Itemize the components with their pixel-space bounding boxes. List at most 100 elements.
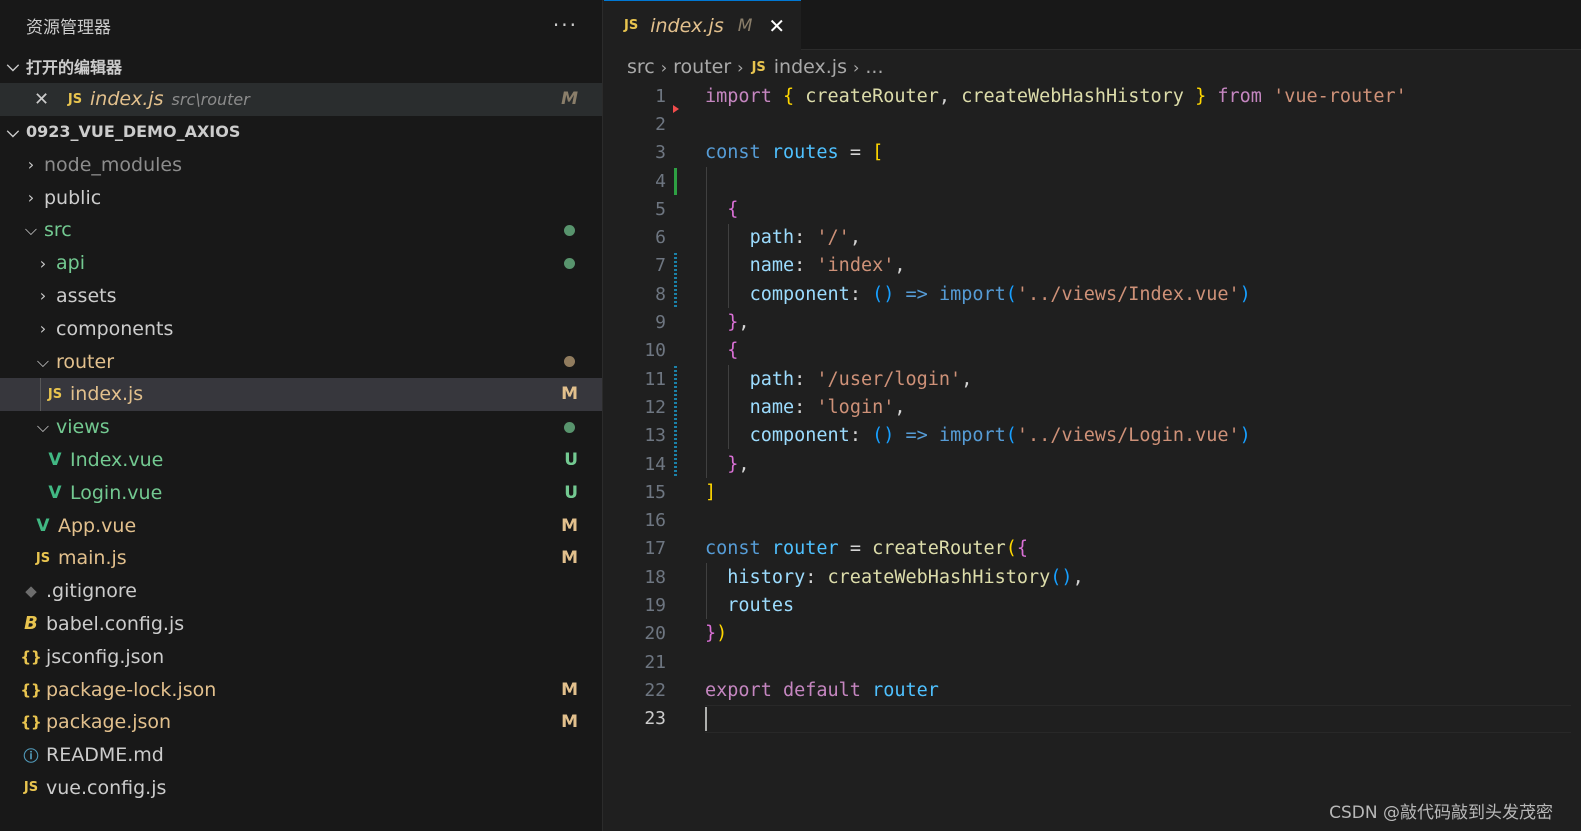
tree-item-label: Index.vue [70, 448, 164, 471]
info-icon: ⓘ [23, 746, 39, 765]
js-file-icon: JS [624, 18, 639, 33]
code-token: () [1050, 566, 1073, 588]
tree-item-src[interactable]: ⌵ src [0, 214, 602, 247]
line-number: 10 [644, 340, 666, 362]
tree-item-babel-config[interactable]: B babel.config.js [0, 608, 602, 641]
vue-file-icon: V [48, 449, 62, 470]
tree-item-label: README.md [46, 744, 164, 767]
breadcrumb-file[interactable]: index.js [774, 56, 847, 78]
tree-item-label: node_modules [44, 153, 183, 176]
tree-item-index-js[interactable]: JS index.js M [0, 377, 602, 411]
chevron-right-icon: › [27, 155, 35, 175]
chevron-right-icon: › [39, 253, 47, 273]
tree-item-label: babel.config.js [46, 612, 185, 635]
tree-item-package-lock[interactable]: {} package-lock.json M [0, 673, 602, 706]
close-icon[interactable]: ✕ [768, 14, 785, 38]
code-line: 20 }) [604, 620, 1581, 648]
git-file-icon: ◆ [25, 582, 37, 601]
tab-index-js[interactable]: JS index.js M ✕ [604, 0, 802, 50]
project-section-header[interactable]: ⌵ 0923_VUE_DEMO_AXIOS [0, 116, 602, 149]
code-token: '../views/Login.vue' [1016, 425, 1240, 447]
code-token: => [905, 283, 928, 305]
chevron-down-icon: ⌵ [6, 121, 20, 141]
tree-item-jsconfig[interactable]: {} jsconfig.json [0, 640, 602, 673]
chevron-down-icon: ⌵ [36, 351, 50, 371]
chevron-right-icon: › [660, 57, 668, 77]
more-actions-icon[interactable]: ··· [553, 13, 578, 37]
code-token: { [727, 340, 739, 362]
breadcrumb-symbol[interactable]: ... [865, 56, 883, 78]
tree-item-label: main.js [58, 547, 127, 570]
code-token: = [849, 538, 861, 560]
code-line-active: 23 [604, 704, 1581, 733]
open-editor-item[interactable]: ✕ JS index.js src\router M [0, 82, 602, 116]
code-line: 17 const router = createRouter({ [604, 535, 1581, 563]
code-token: = [849, 142, 861, 164]
line-number: 3 [655, 142, 666, 164]
code-token: , [738, 312, 750, 334]
code-token: path [749, 227, 795, 249]
chevron-right-icon: › [27, 188, 35, 208]
tree-item-node-modules[interactable]: › node_modules [0, 148, 602, 181]
code-token: ] [705, 481, 717, 503]
line-number: 7 [655, 255, 666, 277]
code-token: } [727, 453, 739, 475]
line-number: 16 [644, 510, 666, 532]
code-line: 7 name: 'index', [604, 252, 1581, 280]
breadcrumb: src › router › JS index.js › ... [604, 50, 1581, 84]
tree-item-label: jsconfig.json [46, 645, 165, 668]
line-number: 2 [655, 113, 666, 135]
code-token: component [749, 425, 850, 447]
tree-item-gitignore[interactable]: ◆ .gitignore [0, 575, 602, 608]
code-line: 15 ] [604, 478, 1581, 506]
tree-item-login-vue[interactable]: V Login.vue U [0, 476, 602, 509]
vue-file-icon: V [36, 515, 50, 536]
code-line: 1 import { createRouter, createWebHashHi… [604, 82, 1581, 110]
tree-item-readme[interactable]: ⓘ README.md [0, 739, 602, 772]
code-editor[interactable]: 1 import { createRouter, createWebHashHi… [604, 82, 1581, 733]
status-dot [564, 356, 575, 368]
code-token: } [1195, 85, 1207, 107]
open-editors-section-header[interactable]: ⌵ 打开的编辑器 [0, 50, 602, 83]
code-token: path [749, 368, 795, 390]
open-editor-path: src\router [171, 89, 250, 109]
breadcrumb-src[interactable]: src [627, 56, 655, 78]
chevron-right-icon: › [737, 57, 744, 77]
tree-item-public[interactable]: › public [0, 181, 602, 214]
open-editor-filename: index.js [90, 88, 164, 111]
tree-item-components[interactable]: › components [0, 312, 602, 345]
tree-item-app-vue[interactable]: V App.vue M [0, 509, 602, 542]
project-title: 0923_VUE_DEMO_AXIOS [26, 122, 241, 142]
tree-item-router[interactable]: ⌵ router [0, 345, 602, 378]
tree-item-assets[interactable]: › assets [0, 280, 602, 313]
code-token: createWebHashHistory [827, 566, 1051, 588]
chevron-down-icon: ⌵ [36, 417, 50, 437]
code-token: { [782, 85, 795, 107]
code-token: '/' [816, 227, 850, 249]
line-number: 4 [655, 170, 666, 192]
tree-item-index-vue[interactable]: V Index.vue U [0, 444, 602, 477]
close-icon[interactable]: ✕ [34, 89, 56, 110]
tree-item-api[interactable]: › api [0, 247, 602, 280]
code-token: ) [1239, 425, 1251, 447]
code-token: routes [727, 594, 795, 616]
code-token: : [794, 368, 806, 390]
code-token: => [905, 425, 928, 447]
line-number: 14 [644, 453, 666, 475]
status-badge: U [564, 449, 578, 470]
code-line: 14 }, [604, 450, 1581, 478]
tree-item-vue-config[interactable]: JS vue.config.js [0, 772, 602, 805]
code-token: [ [872, 142, 884, 164]
tab-status: M [737, 15, 753, 36]
tree-item-label: router [56, 350, 115, 373]
current-line-highlight [705, 704, 1571, 733]
breadcrumb-router[interactable]: router [673, 56, 731, 78]
code-token: ( [1005, 425, 1017, 447]
code-token: createRouter [805, 85, 939, 107]
tree-item-label: App.vue [58, 514, 137, 537]
tree-item-main-js[interactable]: JS main.js M [0, 542, 602, 575]
js-file-icon: JS [35, 550, 51, 566]
tree-item-package-json[interactable]: {} package.json M [0, 706, 602, 739]
code-token: () [872, 425, 895, 447]
tree-item-views[interactable]: ⌵ views [0, 411, 602, 444]
